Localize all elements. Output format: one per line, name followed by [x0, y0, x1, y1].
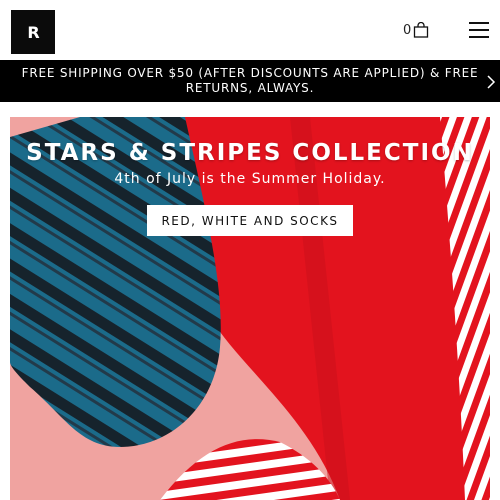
promo-banner-text: FREE SHIPPING OVER $50 (AFTER DISCOUNTS … — [21, 66, 479, 95]
hero-subtitle: 4th of July is the Summer Holiday. — [114, 171, 386, 187]
cart-button[interactable]: 0 — [403, 22, 429, 38]
hamburger-menu-icon[interactable] — [469, 22, 489, 38]
promo-banner: FREE SHIPPING OVER $50 (AFTER DISCOUNTS … — [0, 60, 500, 102]
hero-title: STARS & STRIPES COLLECTION — [26, 140, 474, 166]
logo-text: R — [27, 22, 39, 42]
shop-collection-button[interactable]: RED, WHITE AND SOCKS — [147, 205, 353, 236]
chevron-right-icon[interactable] — [486, 74, 496, 90]
brand-logo[interactable]: R — [11, 10, 55, 54]
cart-count: 0 — [403, 23, 412, 38]
site-header: R 0 — [0, 0, 500, 60]
shopping-bag-icon — [414, 22, 429, 38]
hero-banner[interactable]: STARS & STRIPES COLLECTION 4th of July i… — [10, 117, 490, 500]
